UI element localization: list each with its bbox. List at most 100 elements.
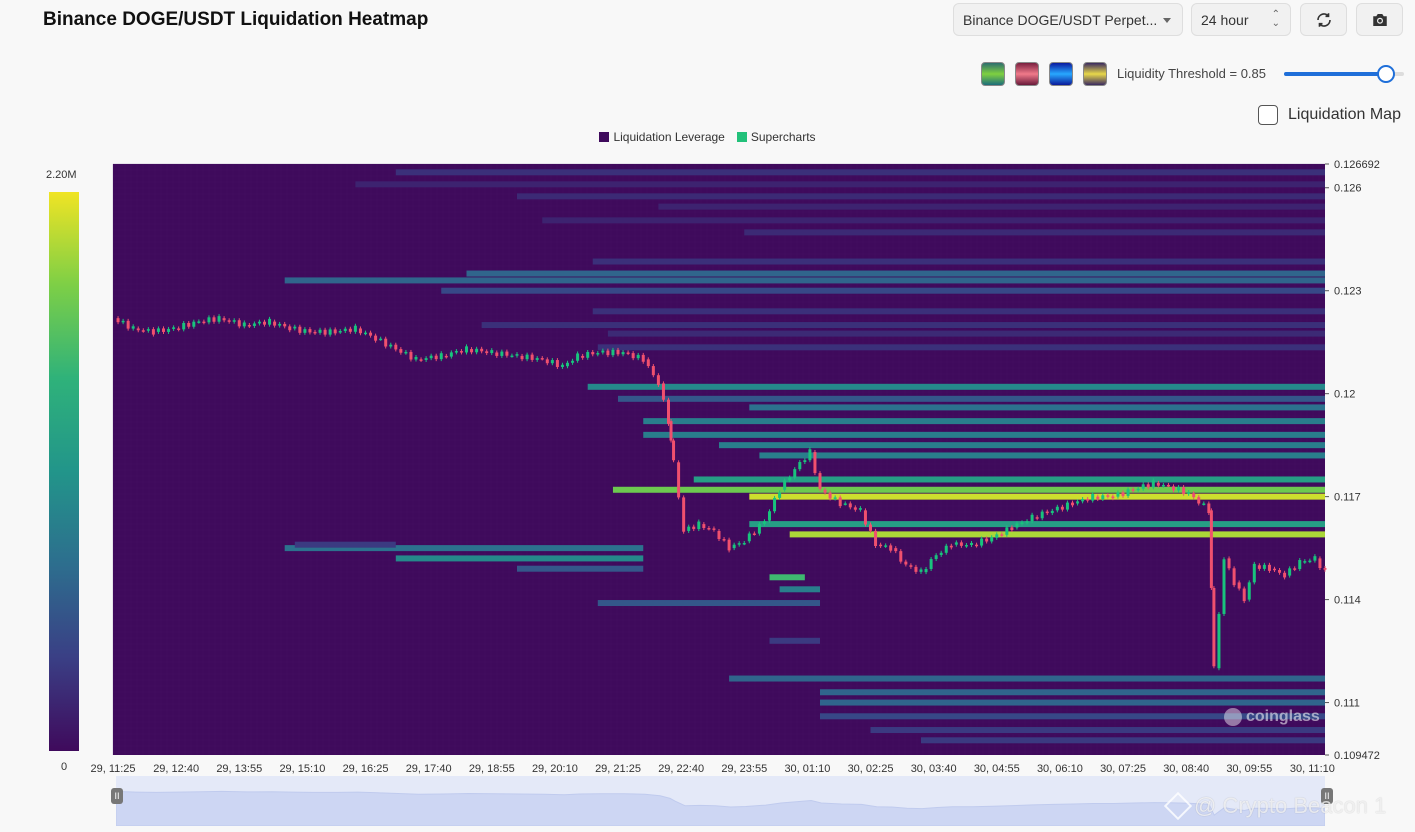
liquidation-band [749,521,1325,528]
price-candle [1177,487,1181,491]
price-candle [1055,506,1059,511]
price-candle [1288,568,1292,576]
price-candle [470,349,474,353]
price-candle [1071,502,1074,506]
price-candle [687,526,691,531]
price-candle [1020,522,1024,524]
price-candle [752,533,756,536]
liquidation-band [820,699,1325,706]
price-candle [586,352,590,358]
price-candle [1151,480,1155,488]
price-candle [353,325,357,332]
price-candle [146,329,150,331]
x-axis-label: 29, 17:40 [406,763,452,775]
price-candle [783,480,787,490]
price-candle [1303,561,1307,563]
price-candle [1126,489,1130,496]
credit-watermark: @ Crypto Beacon 1 [1163,791,1387,821]
price-candle [268,318,272,325]
y-axis-label: 0.114 [1334,595,1361,607]
y-axis-label: 0.117 [1334,492,1361,504]
price-candle [318,329,322,333]
liquidation-band [517,565,644,572]
price-candle [798,462,802,470]
price-candle [747,533,751,542]
x-axis-label: 29, 16:25 [343,763,389,775]
x-axis-label: 29, 12:40 [153,763,199,775]
x-axis-label: 29, 20:10 [532,763,578,775]
price-candle [389,344,393,347]
price-candle [545,359,549,364]
price-candle [167,328,171,332]
price-candle [838,497,842,507]
price-candle [909,565,913,567]
price-candle [884,545,888,547]
price-candle [727,539,731,551]
price-candle [621,352,625,355]
price-candle [510,355,514,358]
price-candle [1015,523,1019,528]
liquidation-band [284,277,1326,284]
price-candle [669,421,673,441]
price-candle [454,351,458,353]
price-candle [682,497,686,532]
price-candle [333,329,337,334]
x-axis-label: 29, 11:25 [90,763,135,775]
price-candle [131,326,135,329]
credit-text: @ Crypto Beacon 1 [1194,793,1387,818]
price-candle [1076,501,1080,504]
x-axis-label: 30, 09:55 [1226,763,1272,775]
price-candle [151,329,155,335]
x-axis-label: 30, 02:25 [848,763,894,775]
price-candle [293,326,297,329]
liquidation-band [643,431,1325,438]
price-candle [985,538,989,542]
heatmap-chart[interactable]: 0.126692 0.126 0.123 0.12 0.117 0.114 0.111 0.1… [0,0,1415,780]
price-candle [156,328,160,332]
price-candle [964,545,968,547]
liquidation-band [597,600,820,607]
liquidation-band [759,452,1325,459]
price-candle [465,346,468,353]
price-candle [1116,492,1120,497]
price-candle [975,544,979,547]
price-candle [894,548,898,552]
liquidation-band [517,193,1325,200]
range-navigator[interactable] [116,776,1325,826]
price-candle [848,503,852,508]
price-candle [571,360,575,363]
price-candle [702,524,706,529]
price-candle [399,349,403,353]
price-candle [636,354,640,359]
price-candle [869,524,872,531]
x-axis-label: 29, 18:55 [469,763,515,775]
price-candle [778,492,782,498]
price-candle [853,507,857,510]
liquidation-band [612,486,1325,493]
price-candle [217,316,221,322]
price-candle [343,328,347,332]
price-candle [540,358,544,360]
navigator-left-handle[interactable]: II [111,788,123,804]
price-candle [182,322,186,330]
liquidation-band [395,169,1325,176]
y-axis-label: 0.109472 [1334,750,1380,762]
price-candle [1010,527,1014,531]
price-candle [1091,493,1095,501]
liquidation-band [597,344,1325,351]
price-candle [459,351,463,353]
price-candle [631,353,635,359]
price-candle [379,338,383,341]
x-axis-label: 30, 06:10 [1037,763,1083,775]
price-candle [222,318,226,321]
price-candle [959,542,963,546]
liquidation-band [592,308,1325,315]
liquidation-band [592,258,1325,265]
price-candle [833,497,837,499]
price-candle [1182,487,1186,494]
price-candle [1222,559,1226,614]
x-axis-label: 30, 01:10 [784,763,830,775]
y-axis-label: 0.12 [1334,389,1355,401]
price-candle [990,537,994,542]
y-axis-label: 0.111 [1334,698,1360,710]
